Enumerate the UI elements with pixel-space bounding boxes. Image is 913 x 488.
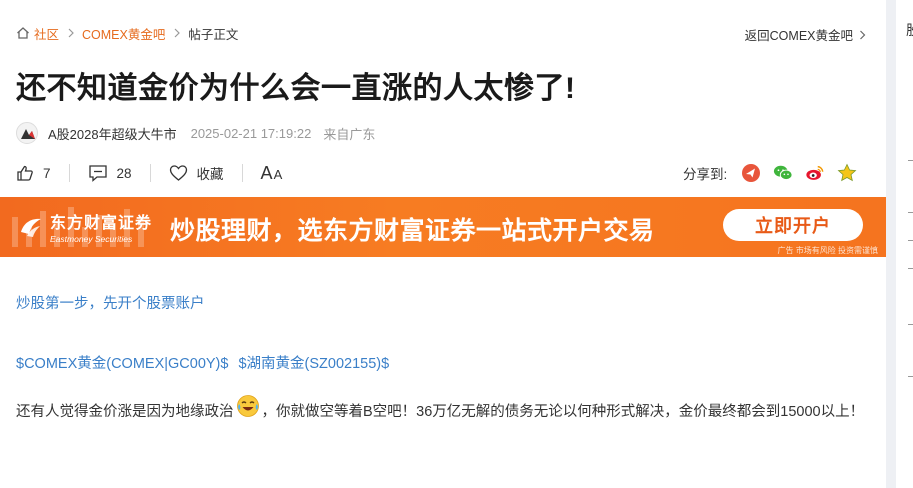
- avatar[interactable]: [16, 122, 38, 144]
- sidebar-partial-heading: 股: [906, 20, 913, 40]
- chevron-right-icon: [68, 28, 74, 38]
- post-meta: A股2028年超级大牛市 2025-02-21 17:19:22 来自广东: [16, 122, 375, 144]
- comment-count: 28: [116, 165, 132, 181]
- sidebar-tick: [908, 240, 913, 241]
- stock-tag-comex-gold[interactable]: $COMEX黄金(COMEX|GC00Y)$: [16, 352, 228, 373]
- chevron-right-icon: [174, 28, 181, 38]
- home-icon[interactable]: [16, 26, 30, 40]
- banner-slogan: 炒股理财，选东方财富证券一站式开户交易: [170, 217, 655, 245]
- sidebar-tick: [908, 376, 913, 377]
- brand-name-cn: 东方财富证券: [50, 215, 153, 232]
- laughing-crying-emoji-icon: [236, 395, 259, 417]
- stock-tags: $COMEX黄金(COMEX|GC00Y)$ $湖南黄金(SZ002155)$: [16, 352, 389, 373]
- comment-icon: [88, 165, 107, 182]
- post-body: 还有人觉得金价涨是因为地缘政治 ，你就做空等着B空吧！36万亿无解的债务无论以何…: [16, 394, 866, 427]
- divider: [241, 164, 243, 182]
- heart-icon: [169, 165, 187, 181]
- like-count: 7: [43, 165, 51, 181]
- toutiao-icon[interactable]: [741, 163, 761, 183]
- back-link-label: 返回COMEX黄金吧: [744, 29, 853, 43]
- breadcrumb-forum[interactable]: COMEX黄金吧: [82, 24, 165, 43]
- post-actions: 7 28 收藏 A A: [16, 160, 282, 186]
- share-label: 分享到:: [683, 167, 728, 182]
- share-bar: 分享到:: [683, 160, 869, 186]
- right-sidebar-edge: [896, 0, 913, 488]
- back-to-forum-link[interactable]: 返回COMEX黄金吧: [745, 25, 866, 44]
- post-text-part1: 还有人觉得金价涨是因为地缘政治: [16, 404, 234, 420]
- divider: [149, 164, 151, 182]
- sidebar-tick: [908, 160, 913, 161]
- breadcrumb: 社区 COMEX黄金吧 帖子正文: [16, 24, 239, 43]
- sidebar-tick: [908, 212, 913, 213]
- comment-button[interactable]: 28: [88, 164, 132, 182]
- post-location: 来自广东: [323, 126, 376, 142]
- favorite-button[interactable]: 收藏: [169, 163, 224, 183]
- favorite-star-icon[interactable]: [837, 163, 857, 183]
- font-size-small: A: [273, 166, 283, 182]
- breadcrumb-home[interactable]: 社区: [34, 24, 59, 43]
- like-button[interactable]: 7: [16, 164, 51, 182]
- ad-disclaimer: 广告 市场有风险 投资需谨慎: [777, 246, 878, 255]
- post-card: 社区 COMEX黄金吧 帖子正文 返回COMEX黄金吧 还不知道金价为什么会一直…: [0, 0, 886, 488]
- author-name[interactable]: A股2028年超级大牛市: [48, 124, 177, 143]
- weibo-icon[interactable]: [805, 163, 825, 183]
- brand-name-en: Eastmoney Securities: [50, 234, 133, 244]
- sidebar-tick: [908, 268, 913, 269]
- divider: [68, 164, 70, 182]
- post-time: 2025-02-21 17:19:22: [190, 125, 312, 141]
- chevron-right-icon: [860, 30, 866, 39]
- open-account-link[interactable]: 炒股第一步，先开个股票账户: [16, 292, 205, 313]
- stock-tag-hunan-gold[interactable]: $湖南黄金(SZ002155)$: [238, 352, 389, 373]
- post-text-part2: ，你就做空等着B空吧！36万亿无解的债务无论以何种形式解决，金价最终都会到150…: [261, 404, 865, 420]
- font-size-large: A: [260, 162, 273, 183]
- eastmoney-logo-icon: [21, 218, 41, 237]
- favorite-label: 收藏: [196, 167, 224, 182]
- wechat-icon[interactable]: [773, 163, 793, 183]
- font-size-toggle[interactable]: A A: [261, 163, 283, 184]
- thumbs-up-icon: [17, 165, 33, 181]
- post-title: 还不知道金价为什么会一直涨的人太惨了!: [16, 72, 576, 105]
- breadcrumb-current: 帖子正文: [188, 27, 239, 42]
- open-account-button[interactable]: 立即开户: [723, 209, 863, 241]
- brand-logo: 东方财富证券 Eastmoney Securities: [18, 209, 152, 244]
- sidebar-tick: [908, 324, 913, 325]
- ad-banner[interactable]: 东方财富证券 Eastmoney Securities 炒股理财，选东方财富证券…: [0, 197, 886, 257]
